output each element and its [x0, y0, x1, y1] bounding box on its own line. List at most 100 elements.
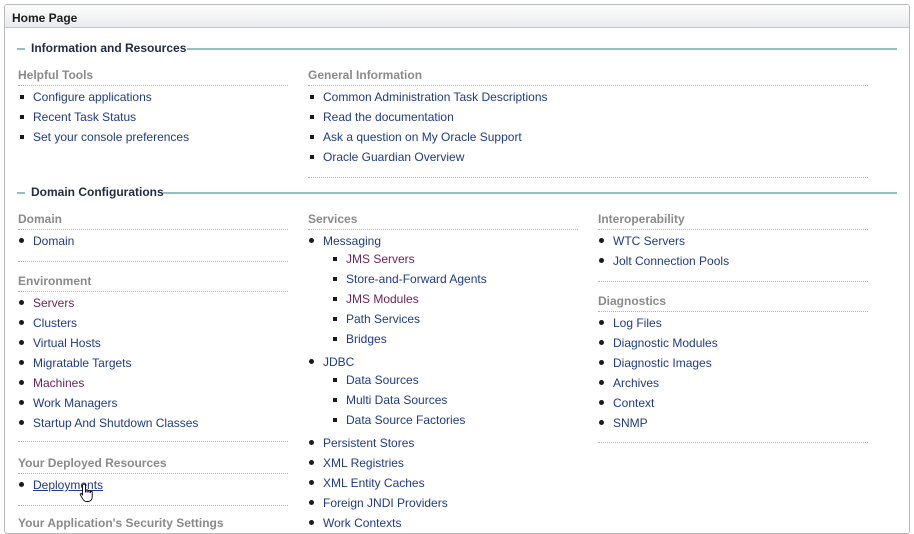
- domain-section-header: Domain Configurations: [17, 185, 897, 199]
- helpful-tools-group: Helpful Tools Configure applications Rec…: [18, 68, 288, 147]
- multi-data-sources-link[interactable]: Multi Data Sources: [346, 393, 447, 407]
- work-managers-link[interactable]: Work Managers: [33, 396, 117, 410]
- list-item: Jolt Connection Pools: [598, 251, 868, 271]
- app-security-group: Your Application's Security Settings: [18, 516, 288, 533]
- list-item: Data Source Factories: [331, 410, 578, 430]
- list-item: JDBC: [308, 352, 578, 372]
- machines-link[interactable]: Machines: [33, 376, 84, 390]
- recent-task-status-link[interactable]: Recent Task Status: [33, 110, 136, 124]
- list-item: Deployments: [18, 475, 288, 495]
- domain-link[interactable]: Domain: [33, 234, 74, 248]
- list-item: Recent Task Status: [18, 107, 288, 127]
- clusters-link[interactable]: Clusters: [33, 316, 77, 330]
- messaging-link[interactable]: Messaging: [323, 234, 381, 248]
- wtc-servers-link[interactable]: WTC Servers: [613, 234, 685, 248]
- diagnostic-modules-link[interactable]: Diagnostic Modules: [613, 336, 718, 350]
- admin-task-descriptions-link[interactable]: Common Administration Task Descriptions: [323, 90, 548, 104]
- list-item: Configure applications: [18, 87, 288, 107]
- servers-link[interactable]: Servers: [33, 296, 74, 310]
- home-page-panel: Home Page Information and Resources Help…: [4, 4, 910, 534]
- list-item: JMS Servers: [331, 249, 578, 269]
- list-item: Store-and-Forward Agents: [331, 269, 578, 289]
- panel-title: Home Page: [12, 11, 78, 25]
- list-item: Archives: [598, 373, 868, 393]
- bridges-link[interactable]: Bridges: [346, 332, 387, 346]
- read-documentation-link[interactable]: Read the documentation: [323, 110, 454, 124]
- jms-modules-link[interactable]: JMS Modules: [346, 292, 419, 306]
- info-section-header: Information and Resources: [17, 41, 897, 55]
- general-information-group: General Information Common Administratio…: [308, 68, 868, 167]
- jolt-connection-pools-link[interactable]: Jolt Connection Pools: [613, 254, 729, 268]
- list-item: Diagnostic Modules: [598, 333, 868, 353]
- list-item: Foreign JNDI Providers: [308, 493, 578, 513]
- diagnostics-divider: [598, 442, 868, 443]
- list-item: Clusters: [18, 313, 288, 333]
- environment-group: Environment Servers Clusters Virtual Hos…: [18, 274, 288, 433]
- list-item: JMS Modules: [331, 289, 578, 309]
- list-item: XML Registries: [308, 453, 578, 473]
- domain-heading: Domain: [18, 212, 288, 230]
- list-item: Data Sources: [331, 370, 578, 390]
- context-link[interactable]: Context: [613, 396, 654, 410]
- list-item: Servers: [18, 293, 288, 313]
- list-item: Diagnostic Images: [598, 353, 868, 373]
- list-item: Log Files: [598, 313, 868, 333]
- list-item: Bridges: [331, 329, 578, 349]
- migratable-targets-link[interactable]: Migratable Targets: [33, 356, 132, 370]
- list-item: Common Administration Task Descriptions: [308, 87, 868, 107]
- list-item: Set your console preferences: [18, 127, 288, 147]
- list-item: Startup And Shutdown Classes: [18, 413, 288, 433]
- list-item: Ask a question on My Oracle Support: [308, 127, 868, 147]
- xml-entity-caches-link[interactable]: XML Entity Caches: [323, 476, 425, 490]
- helpful-tools-heading: Helpful Tools: [18, 68, 288, 86]
- jdbc-link[interactable]: JDBC: [323, 355, 354, 369]
- deployed-resources-group: Your Deployed Resources Deployments: [18, 456, 288, 495]
- list-item: Path Services: [331, 309, 578, 329]
- list-item: SNMP: [598, 413, 868, 433]
- app-security-heading: Your Application's Security Settings: [18, 516, 224, 530]
- configure-applications-link[interactable]: Configure applications: [33, 90, 152, 104]
- general-info-divider: [308, 177, 868, 178]
- persistent-stores-link[interactable]: Persistent Stores: [323, 436, 414, 450]
- list-item: Read the documentation: [308, 107, 868, 127]
- interoperability-heading: Interoperability: [598, 212, 868, 230]
- path-services-link[interactable]: Path Services: [346, 312, 420, 326]
- archives-link[interactable]: Archives: [613, 376, 659, 390]
- general-information-heading: General Information: [308, 68, 868, 86]
- list-item: Multi Data Sources: [331, 390, 578, 410]
- jms-servers-link[interactable]: JMS Servers: [346, 252, 415, 266]
- store-and-forward-agents-link[interactable]: Store-and-Forward Agents: [346, 272, 487, 286]
- list-item: Persistent Stores: [308, 433, 578, 453]
- list-item: Work Managers: [18, 393, 288, 413]
- services-heading: Services: [308, 212, 578, 230]
- oracle-support-link[interactable]: Ask a question on My Oracle Support: [323, 130, 522, 144]
- environment-heading: Environment: [18, 274, 288, 292]
- data-source-factories-link[interactable]: Data Source Factories: [346, 413, 465, 427]
- list-item: XML Entity Caches: [308, 473, 578, 493]
- foreign-jndi-providers-link[interactable]: Foreign JNDI Providers: [323, 496, 448, 510]
- list-item: Oracle Guardian Overview: [308, 147, 868, 167]
- interoperability-divider: [598, 281, 868, 282]
- info-section-title: Information and Resources: [31, 41, 191, 55]
- xml-registries-link[interactable]: XML Registries: [323, 456, 404, 470]
- services-group: Services Messaging JMS Servers Store-and…: [308, 212, 578, 533]
- data-sources-link[interactable]: Data Sources: [346, 373, 419, 387]
- interoperability-group: Interoperability WTC Servers Jolt Connec…: [598, 212, 868, 271]
- domain-section-title: Domain Configurations: [31, 185, 168, 199]
- list-item: Migratable Targets: [18, 353, 288, 373]
- list-item: Virtual Hosts: [18, 333, 288, 353]
- work-contexts-link[interactable]: Work Contexts: [323, 516, 401, 530]
- snmp-link[interactable]: SNMP: [613, 416, 648, 430]
- startup-shutdown-classes-link[interactable]: Startup And Shutdown Classes: [33, 416, 198, 430]
- list-item: Messaging: [308, 231, 578, 251]
- deployed-divider: [18, 505, 288, 506]
- console-preferences-link[interactable]: Set your console preferences: [33, 130, 189, 144]
- diagnostic-images-link[interactable]: Diagnostic Images: [613, 356, 712, 370]
- virtual-hosts-link[interactable]: Virtual Hosts: [33, 336, 101, 350]
- oracle-guardian-link[interactable]: Oracle Guardian Overview: [323, 150, 464, 164]
- diagnostics-group: Diagnostics Log Files Diagnostic Modules…: [598, 294, 868, 433]
- diagnostics-heading: Diagnostics: [598, 294, 868, 312]
- list-item: Machines: [18, 373, 288, 393]
- list-item: Context: [598, 393, 868, 413]
- log-files-link[interactable]: Log Files: [613, 316, 662, 330]
